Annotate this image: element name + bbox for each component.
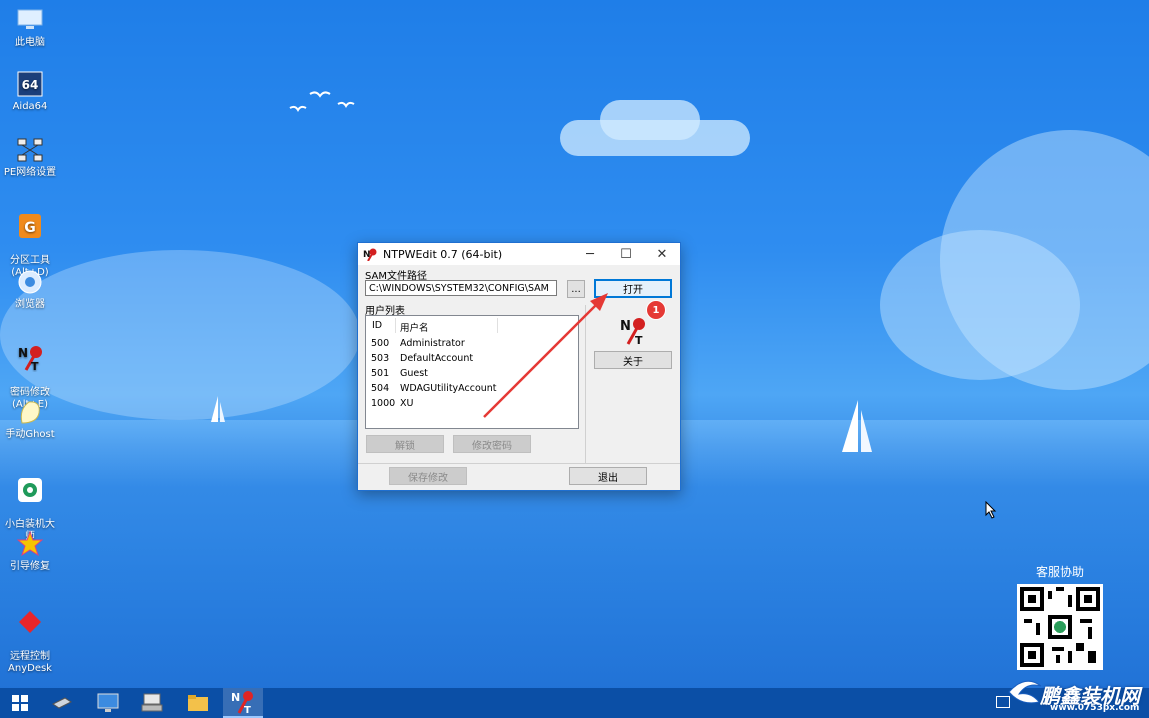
maximize-icon: ☐ [620,246,632,262]
network-icon [16,136,44,164]
column-header-username[interactable]: 用户名 [400,320,429,334]
watermark-url: www.0753px.com [1050,703,1140,713]
ghost-icon [16,398,44,426]
browser-icon [16,268,44,296]
network-settings-icon [141,693,163,712]
start-button[interactable] [0,688,40,718]
aida64-icon: 64 [16,70,44,98]
list-item[interactable]: 500 Administrator [371,338,465,349]
qr-code-icon [1017,584,1103,670]
birds-icon [289,91,355,112]
step-badge: 1 [646,300,666,320]
list-item[interactable]: 501 Guest [371,368,428,379]
anydesk-icon [16,608,44,636]
qr-panel: 客服协助 [1014,563,1106,670]
folder-icon [188,695,208,711]
svg-text:T: T [244,705,251,714]
cursor-icon [985,501,997,519]
sailboat-icon [842,400,872,452]
qr-title: 客服协助 [1035,565,1084,579]
desktop-icon-label: 手动Ghost [5,429,55,440]
user-name: XU [400,398,414,409]
cloud [600,100,700,140]
svg-text:N: N [18,346,28,360]
svg-text:N: N [231,691,240,704]
taskbar: N T [0,688,1149,718]
taskbar-item-drive[interactable] [42,688,82,718]
desktop-icon-ghost[interactable]: 手动Ghost [0,398,60,441]
desktop-icon-label: 远程控制 AnyDesk [8,651,52,674]
desktop-icon-label: PE网络设置 [3,167,57,178]
change-password-button[interactable]: 修改密码 [453,435,531,453]
desktop-icon-network[interactable]: PE网络设置 [0,136,60,179]
desktop-icon-anydesk[interactable]: 远程控制 AnyDesk [0,596,60,687]
user-id: 501 [371,368,390,379]
maximize-button[interactable]: ☐ [608,243,644,265]
user-name: Guest [400,368,428,379]
taskbar-item-explorer[interactable] [178,688,218,718]
user-id: 504 [371,383,390,394]
user-id: 503 [371,353,390,364]
exit-button[interactable]: 退出 [569,467,647,485]
desktop-icon-computer[interactable]: 此电脑 [0,6,60,49]
unlock-button[interactable]: 解锁 [366,435,444,453]
minimize-button[interactable]: ─ [572,243,608,265]
column-header-id[interactable]: ID [372,320,382,331]
close-icon: ✕ [656,246,668,262]
computer-icon [16,6,44,34]
desktop-icon-browser[interactable]: 浏览器 [0,268,60,311]
close-button[interactable]: ✕ [644,243,680,265]
column-divider [395,318,396,333]
svg-text:G: G [24,220,36,236]
svg-text:64: 64 [22,78,39,92]
desktop-icon-boot-repair[interactable]: 引导修复 [0,530,60,573]
desktop-icon-label: 此电脑 [15,37,45,48]
ntpwedit-app-icon: N [363,248,377,261]
boot-repair-icon [16,530,44,558]
list-item[interactable]: 1000 XU [371,398,413,409]
desktop-icon-label: 引导修复 [10,561,50,572]
password-tool-icon: NT [16,344,44,372]
taskbar-item-computer[interactable] [88,688,128,718]
minimize-icon: ─ [586,246,594,262]
divider [358,463,680,464]
installer-icon [16,476,44,504]
user-name: Administrator [400,338,465,349]
window-title: NTPWEdit 0.7 (64-bit) [383,247,503,261]
hard-drive-icon [52,697,72,709]
list-item[interactable]: 503 DefaultAccount [371,353,473,364]
user-id: 1000 [371,398,396,409]
window-titlebar[interactable]: N NTPWEdit 0.7 (64-bit) ─ ☐ ✕ [358,243,680,265]
desktop-icon-label: Aida64 [12,101,48,112]
taskbar-item-network[interactable] [132,688,172,718]
user-id: 500 [371,338,390,349]
svg-text:T: T [31,360,39,372]
watermark-logo-icon [1008,680,1042,704]
partition-tool-icon: G [16,212,44,240]
windows-logo-icon [12,695,28,711]
annotation-arrow-icon [483,293,608,418]
cloud [880,230,1080,380]
monitor-icon [97,693,119,712]
save-changes-button[interactable]: 保存修改 [389,467,467,485]
user-name: DefaultAccount [400,353,474,364]
sailboat-icon [211,396,225,422]
desktop-icon-aida64[interactable]: 64 Aida64 [0,70,60,113]
taskbar-item-ntpwedit[interactable]: N T [223,688,263,718]
ntpwedit-taskbar-icon: N T [231,691,253,714]
desktop-icon-label: 浏览器 [15,299,45,310]
